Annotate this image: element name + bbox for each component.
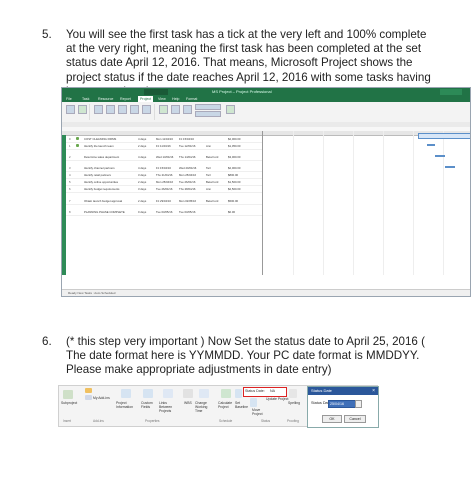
table-row[interactable]: 8 PLANNING PHASE COMPLETE 0 days Tue 03/… bbox=[66, 209, 262, 216]
add-ins-icon[interactable] bbox=[78, 105, 87, 114]
status-date-field[interactable]: 25/04/16 bbox=[328, 400, 356, 408]
step-number: 6. bbox=[42, 335, 52, 348]
completed-tick-icon bbox=[76, 144, 79, 147]
set-baseline-label: Set Baseline bbox=[235, 401, 249, 409]
change-working-time-label: Change Working Time bbox=[195, 401, 208, 413]
divider bbox=[154, 104, 155, 120]
custom-fields-icon[interactable] bbox=[106, 105, 115, 114]
status-date-button[interactable]: Status Date: NA bbox=[243, 387, 287, 397]
table-row[interactable]: 7 Obtain launch budget approval 2 days F… bbox=[66, 198, 262, 205]
table-row[interactable]: 1 Identify the launch team 2 days Fri 11… bbox=[66, 143, 262, 150]
ms-project-screenshot: MS Project – Project Professional File T… bbox=[61, 87, 471, 297]
set-baseline-icon[interactable] bbox=[235, 389, 242, 398]
status-bar: Ready New Tasks : Auto Scheduled bbox=[62, 289, 470, 296]
move-project-label: Move Project bbox=[252, 408, 263, 416]
gridline bbox=[323, 131, 324, 275]
subproject-label: Subproject bbox=[61, 401, 78, 405]
project-information-icon[interactable] bbox=[121, 389, 131, 398]
subproject-icon[interactable] bbox=[66, 105, 75, 114]
gridline bbox=[443, 131, 444, 275]
wbs-label: WBS bbox=[184, 401, 192, 405]
links-icon[interactable] bbox=[118, 105, 127, 114]
links-label: Links Between Projects bbox=[159, 401, 173, 413]
calculate-icon[interactable] bbox=[159, 105, 168, 114]
ok-button[interactable]: OK bbox=[322, 415, 342, 423]
add-ins-label: My Add-ins bbox=[93, 396, 110, 400]
spelling-icon[interactable] bbox=[226, 105, 235, 114]
gridline bbox=[353, 131, 354, 275]
table-row[interactable]: 2 Determine sales department 4 days Wed … bbox=[66, 154, 262, 161]
group-proofing: Proofing bbox=[287, 419, 299, 423]
calculate-project-icon[interactable] bbox=[221, 389, 231, 398]
status-date-dialog: Status Date × Status Date: 25/04/16 OK C… bbox=[307, 386, 379, 428]
completed-tick-icon bbox=[76, 137, 79, 140]
divider bbox=[89, 104, 90, 120]
change-working-time-icon[interactable] bbox=[142, 105, 151, 114]
group-properties: Properties bbox=[145, 419, 160, 423]
timescale-highlight bbox=[418, 133, 470, 139]
group-insert: Insert bbox=[63, 419, 71, 423]
dialog-title: Status Date bbox=[311, 388, 332, 393]
table-row[interactable]: 4 Identify retail partners 3 days Thu 21… bbox=[66, 172, 262, 179]
set-baseline-icon[interactable] bbox=[171, 105, 180, 114]
wbs-icon[interactable] bbox=[183, 389, 193, 398]
contextual-tab-group bbox=[144, 89, 168, 95]
spelling-icon[interactable] bbox=[289, 389, 297, 398]
gridline bbox=[383, 131, 384, 275]
move-project-icon[interactable] bbox=[250, 398, 257, 407]
move-project-icon[interactable] bbox=[183, 105, 192, 114]
window-title: MS Project – Project Professional bbox=[212, 89, 272, 94]
status-date-box[interactable] bbox=[195, 104, 221, 110]
wbs-icon[interactable] bbox=[130, 105, 139, 114]
custom-fields-icon[interactable] bbox=[143, 389, 153, 398]
table-row[interactable]: 6 Identify budget requirements 3 days Tu… bbox=[66, 186, 262, 193]
my-add-ins-icon[interactable] bbox=[85, 395, 92, 400]
close-icon[interactable]: × bbox=[372, 388, 375, 394]
ribbon-status-date-screenshot: Subproject My Add-ins Project Informatio… bbox=[58, 385, 379, 428]
links-between-projects-icon[interactable] bbox=[163, 389, 173, 398]
table-row[interactable]: 5 Identify online opportunities 2 days M… bbox=[66, 179, 262, 186]
ribbon bbox=[62, 102, 470, 123]
task-bar[interactable] bbox=[445, 166, 455, 168]
subproject-icon[interactable] bbox=[63, 390, 73, 399]
account-area bbox=[440, 89, 462, 95]
gantt-chart-area[interactable] bbox=[262, 131, 470, 275]
project-information-label: Project Information bbox=[116, 401, 133, 409]
gridline bbox=[293, 131, 294, 275]
group-status: Status bbox=[261, 419, 271, 423]
project-information-icon[interactable] bbox=[94, 105, 103, 114]
title-bar: MS Project – Project Professional bbox=[62, 88, 470, 96]
table-row[interactable]: 3 Identify channel partners 4 days Fri 1… bbox=[66, 165, 262, 172]
change-working-time-icon[interactable] bbox=[199, 389, 209, 398]
update-project-box[interactable] bbox=[195, 111, 221, 117]
step-text: (* this step very important ) Now Set th… bbox=[66, 335, 425, 377]
calculate-project-label: Calculate Project bbox=[218, 401, 233, 409]
spelling-label: Spelling bbox=[288, 401, 301, 405]
group-add-ins: Add-ins bbox=[93, 419, 104, 423]
dialog-header: Status Date × bbox=[308, 387, 378, 395]
gridline bbox=[413, 131, 414, 275]
group-schedule: Schedule bbox=[219, 419, 233, 423]
custom-fields-label: Custom Fields bbox=[141, 401, 153, 409]
cancel-button[interactable]: Cancel bbox=[344, 415, 366, 423]
chevron-down-icon[interactable] bbox=[355, 400, 362, 408]
step-number: 5. bbox=[42, 28, 52, 41]
task-bar[interactable] bbox=[427, 144, 435, 146]
table-row[interactable]: 0 COST CLEANING FIRMS 4 days Mon 11/04/1… bbox=[66, 136, 262, 143]
store-icon[interactable] bbox=[85, 388, 92, 393]
update-project-button[interactable]: Update Project bbox=[266, 397, 288, 401]
task-bar[interactable] bbox=[435, 155, 445, 157]
